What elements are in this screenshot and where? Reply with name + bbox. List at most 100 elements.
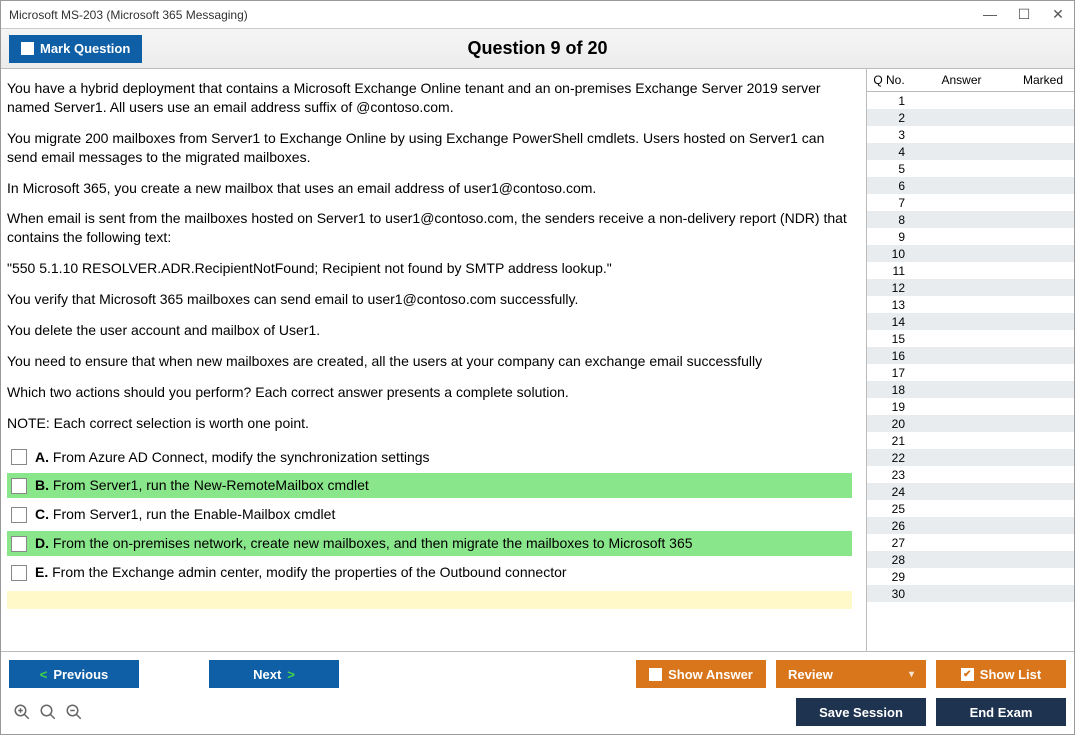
question-paragraph: When email is sent from the mailboxes ho…: [7, 209, 852, 247]
session-button-row: Save Session End Exam: [9, 698, 1066, 726]
show-list-button[interactable]: ✔ Show List: [936, 660, 1066, 688]
qno-cell: 25: [867, 502, 911, 516]
window-title: Microsoft MS-203 (Microsoft 365 Messagin…: [9, 8, 248, 22]
answer-option-text: B. From Server1, run the New-RemoteMailb…: [35, 476, 369, 495]
question-list-row[interactable]: 25: [867, 500, 1074, 517]
question-list-row[interactable]: 9: [867, 228, 1074, 245]
question-list-row[interactable]: 2: [867, 109, 1074, 126]
qno-cell: 7: [867, 196, 911, 210]
toolbar: Mark Question Question 9 of 20: [1, 29, 1074, 69]
question-list-row[interactable]: 11: [867, 262, 1074, 279]
previous-button[interactable]: < Previous: [9, 660, 139, 688]
header-marked: Marked: [1012, 69, 1074, 91]
question-list-row[interactable]: 30: [867, 585, 1074, 602]
question-list-row[interactable]: 10: [867, 245, 1074, 262]
question-list-row[interactable]: 19: [867, 398, 1074, 415]
question-list-row[interactable]: 27: [867, 534, 1074, 551]
next-button[interactable]: Next >: [209, 660, 339, 688]
close-icon[interactable]: ✕: [1050, 6, 1066, 23]
answer-option-text: A. From Azure AD Connect, modify the syn…: [35, 448, 430, 467]
checkbox-icon: [21, 42, 34, 55]
review-label: Review: [788, 667, 833, 682]
checkbox-icon[interactable]: [11, 478, 27, 494]
show-list-label: Show List: [980, 667, 1041, 682]
answer-option[interactable]: D. From the on-premises network, create …: [7, 531, 852, 556]
answer-highlight-strip: [7, 591, 852, 609]
qno-cell: 10: [867, 247, 911, 261]
minimize-icon[interactable]: —: [982, 6, 998, 23]
question-list-row[interactable]: 14: [867, 313, 1074, 330]
question-paragraph: You delete the user account and mailbox …: [7, 321, 852, 340]
show-answer-button[interactable]: Show Answer: [636, 660, 766, 688]
qno-cell: 30: [867, 587, 911, 601]
question-counter: Question 9 of 20: [467, 38, 607, 59]
question-panel[interactable]: You have a hybrid deployment that contai…: [1, 69, 866, 651]
qno-cell: 24: [867, 485, 911, 499]
main-area: You have a hybrid deployment that contai…: [1, 69, 1074, 651]
question-list-row[interactable]: 1: [867, 92, 1074, 109]
question-list-row[interactable]: 7: [867, 194, 1074, 211]
question-paragraph: Which two actions should you perform? Ea…: [7, 383, 852, 402]
qno-cell: 5: [867, 162, 911, 176]
question-list-row[interactable]: 26: [867, 517, 1074, 534]
qno-cell: 17: [867, 366, 911, 380]
review-button[interactable]: Review ▾: [776, 660, 926, 688]
question-list-row[interactable]: 5: [867, 160, 1074, 177]
mark-question-label: Mark Question: [40, 41, 130, 56]
question-list-header: Q No. Answer Marked: [867, 69, 1074, 92]
checkbox-icon: [649, 668, 662, 681]
qno-cell: 28: [867, 553, 911, 567]
zoom-in-icon[interactable]: [13, 703, 31, 721]
checkbox-icon[interactable]: [11, 449, 27, 465]
question-list-row[interactable]: 21: [867, 432, 1074, 449]
question-list-row[interactable]: 4: [867, 143, 1074, 160]
qno-cell: 1: [867, 94, 911, 108]
question-paragraph: NOTE: Each correct selection is worth on…: [7, 414, 852, 433]
answer-option[interactable]: A. From Azure AD Connect, modify the syn…: [7, 445, 852, 470]
answer-option[interactable]: B. From Server1, run the New-RemoteMailb…: [7, 473, 852, 498]
question-list-row[interactable]: 12: [867, 279, 1074, 296]
question-list-row[interactable]: 20: [867, 415, 1074, 432]
question-list-row[interactable]: 22: [867, 449, 1074, 466]
answer-option-text: C. From Server1, run the Enable-Mailbox …: [35, 505, 335, 524]
end-exam-button[interactable]: End Exam: [936, 698, 1066, 726]
question-list-row[interactable]: 23: [867, 466, 1074, 483]
question-list-row[interactable]: 6: [867, 177, 1074, 194]
question-list-row[interactable]: 29: [867, 568, 1074, 585]
qno-cell: 15: [867, 332, 911, 346]
question-list-row[interactable]: 15: [867, 330, 1074, 347]
question-list-row[interactable]: 18: [867, 381, 1074, 398]
checkbox-icon[interactable]: [11, 565, 27, 581]
qno-cell: 12: [867, 281, 911, 295]
nav-button-row: < Previous Next > Show Answer Review ▾ ✔…: [9, 660, 1066, 688]
question-paragraph: You verify that Microsoft 365 mailboxes …: [7, 290, 852, 309]
bottom-bar: < Previous Next > Show Answer Review ▾ ✔…: [1, 651, 1074, 734]
question-list-row[interactable]: 8: [867, 211, 1074, 228]
zoom-reset-icon[interactable]: [39, 703, 57, 721]
question-paragraph: "550 5.1.10 RESOLVER.ADR.RecipientNotFou…: [7, 259, 852, 278]
question-list-row[interactable]: 28: [867, 551, 1074, 568]
question-list-panel: Q No. Answer Marked 12345678910111213141…: [866, 69, 1074, 651]
question-list-row[interactable]: 24: [867, 483, 1074, 500]
checkbox-icon[interactable]: [11, 507, 27, 523]
question-list-row[interactable]: 17: [867, 364, 1074, 381]
question-list[interactable]: 1234567891011121314151617181920212223242…: [867, 92, 1074, 651]
mark-question-button[interactable]: Mark Question: [9, 35, 142, 63]
qno-cell: 4: [867, 145, 911, 159]
qno-cell: 14: [867, 315, 911, 329]
answer-option[interactable]: C. From Server1, run the Enable-Mailbox …: [7, 502, 852, 527]
question-list-row[interactable]: 16: [867, 347, 1074, 364]
save-session-button[interactable]: Save Session: [796, 698, 926, 726]
titlebar: Microsoft MS-203 (Microsoft 365 Messagin…: [1, 1, 1074, 29]
qno-cell: 26: [867, 519, 911, 533]
app-window: Microsoft MS-203 (Microsoft 365 Messagin…: [0, 0, 1075, 735]
question-list-row[interactable]: 3: [867, 126, 1074, 143]
zoom-out-icon[interactable]: [65, 703, 83, 721]
qno-cell: 18: [867, 383, 911, 397]
qno-cell: 6: [867, 179, 911, 193]
question-list-row[interactable]: 13: [867, 296, 1074, 313]
maximize-icon[interactable]: ☐: [1016, 6, 1032, 23]
question-paragraph: You have a hybrid deployment that contai…: [7, 79, 852, 117]
answer-option[interactable]: E. From the Exchange admin center, modif…: [7, 560, 852, 585]
checkbox-icon[interactable]: [11, 536, 27, 552]
